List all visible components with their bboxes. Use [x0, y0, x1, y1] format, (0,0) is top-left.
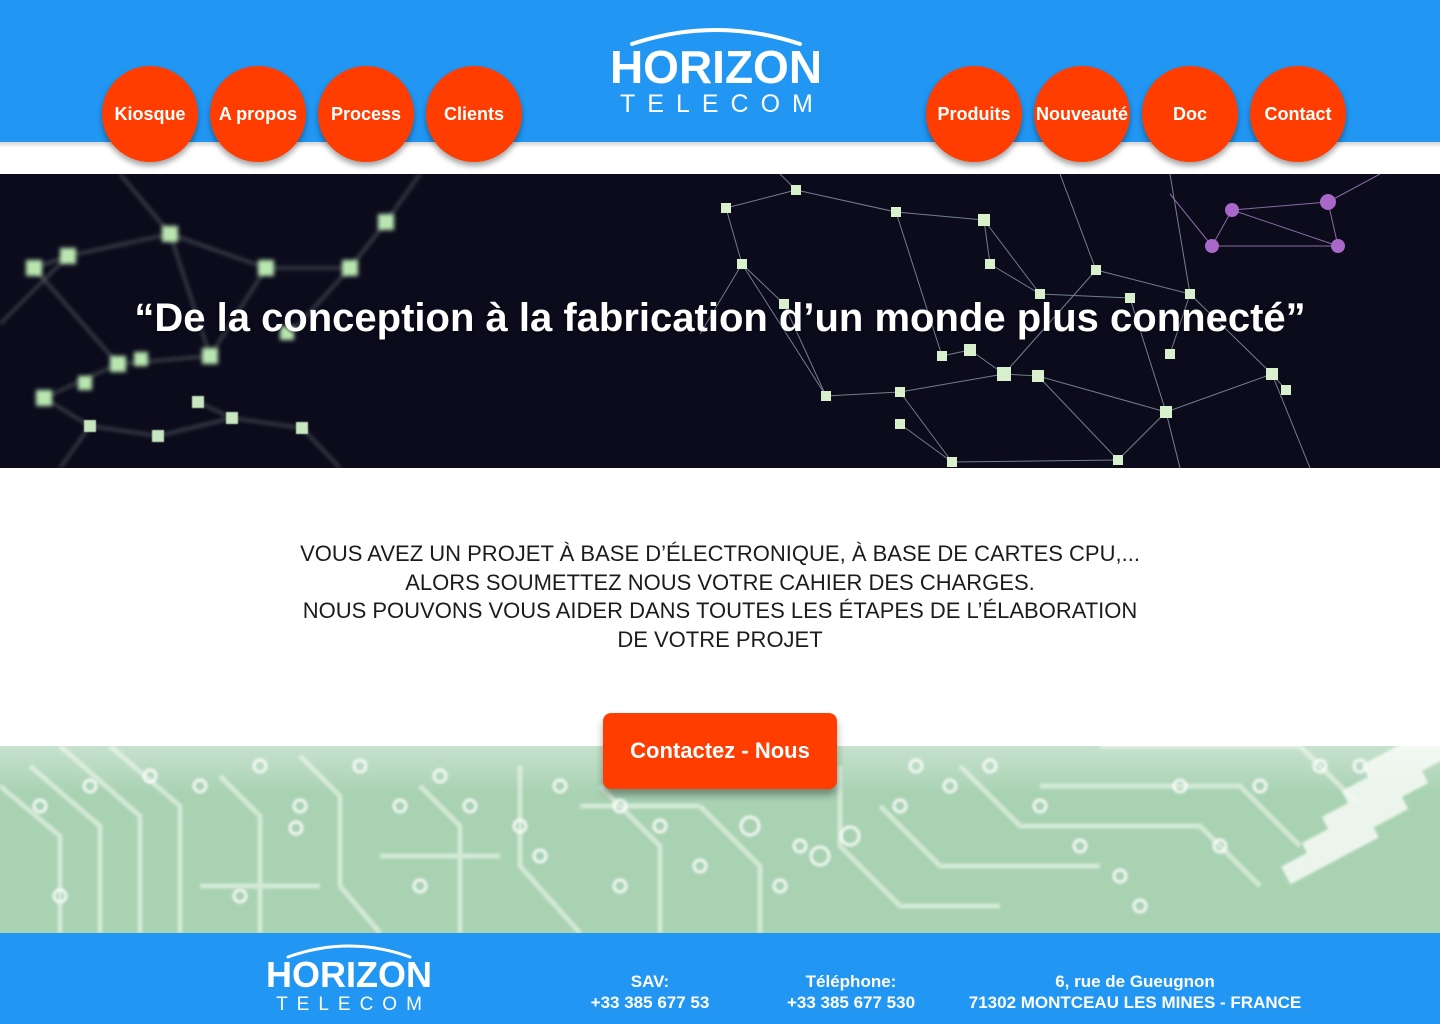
logo-word-top: HORIZON: [266, 954, 432, 995]
hero-banner: “De la conception à la fabrication d’un …: [0, 174, 1440, 468]
intro-line: DE VOTRE PROJET: [617, 626, 823, 652]
nav-item-nouveaute[interactable]: Nouveauté: [1034, 66, 1130, 162]
footer-sav: SAV: +33 385 677 53: [580, 971, 720, 1013]
nav-label: Process: [330, 103, 402, 124]
nav-item-process[interactable]: Process: [318, 66, 414, 162]
nav-label: Contact: [1264, 103, 1332, 124]
intro-text: VOUS AVEZ UN PROJET À BASE D’ÉLECTRONIQU…: [260, 540, 1180, 654]
intro-line: NOUS POUVONS VOUS AIDER DANS TOUTES LES …: [302, 598, 1138, 623]
nav-label: Kiosque: [114, 103, 186, 124]
logo-word-bottom: TELECOM: [620, 90, 825, 118]
nav-label: Clients: [443, 103, 504, 124]
footer-logo[interactable]: HORIZON TELECOM: [266, 939, 432, 1015]
nav-label: Produits: [937, 103, 1011, 124]
logo-word-bottom: TELECOM: [276, 994, 431, 1015]
intro-line: ALORS SOUMETTEZ NOUS VOTRE CAHIER DES CH…: [405, 569, 1035, 595]
nav-item-a-propos[interactable]: A propos: [210, 66, 306, 162]
telephone-number[interactable]: +33 385 677 530: [776, 992, 926, 1013]
intro-line: VOUS AVEZ UN PROJET À BASE D’ÉLECTRONIQU…: [300, 541, 1140, 566]
nav-item-clients[interactable]: Clients: [426, 66, 522, 162]
site-footer: HORIZON TELECOM SAV: +33 385 677 53 Télé…: [0, 933, 1440, 1024]
nav-item-produits[interactable]: Produits: [926, 66, 1022, 162]
address-line: 6, rue de Gueugnon: [1055, 972, 1215, 991]
nav-label: Nouveauté: [1035, 103, 1129, 124]
hero-quote: “De la conception à la fabrication d’un …: [134, 296, 1306, 340]
nav-item-kiosque[interactable]: Kiosque: [102, 66, 198, 162]
nav-label: Doc: [1172, 103, 1207, 124]
footer-telephone: Téléphone: +33 385 677 530: [776, 971, 926, 1013]
nav-item-contact[interactable]: Contact: [1250, 66, 1346, 162]
nav-label: A propos: [218, 103, 298, 124]
sav-phone[interactable]: +33 385 677 53: [580, 992, 720, 1013]
logo-word-top: HORIZON: [609, 41, 823, 93]
nav-item-doc[interactable]: Doc: [1142, 66, 1238, 162]
contact-us-button[interactable]: Contactez - Nous: [603, 713, 837, 789]
footer-address: 6, rue de Gueugnon 71302 MONTCEAU LES MI…: [960, 971, 1310, 1013]
telephone-label: Téléphone:: [805, 972, 897, 991]
sav-label: SAV:: [630, 972, 670, 991]
brand-logo[interactable]: HORIZON TELECOM: [608, 22, 824, 118]
address-line: 71302 MONTCEAU LES MINES - FRANCE: [968, 993, 1302, 1012]
